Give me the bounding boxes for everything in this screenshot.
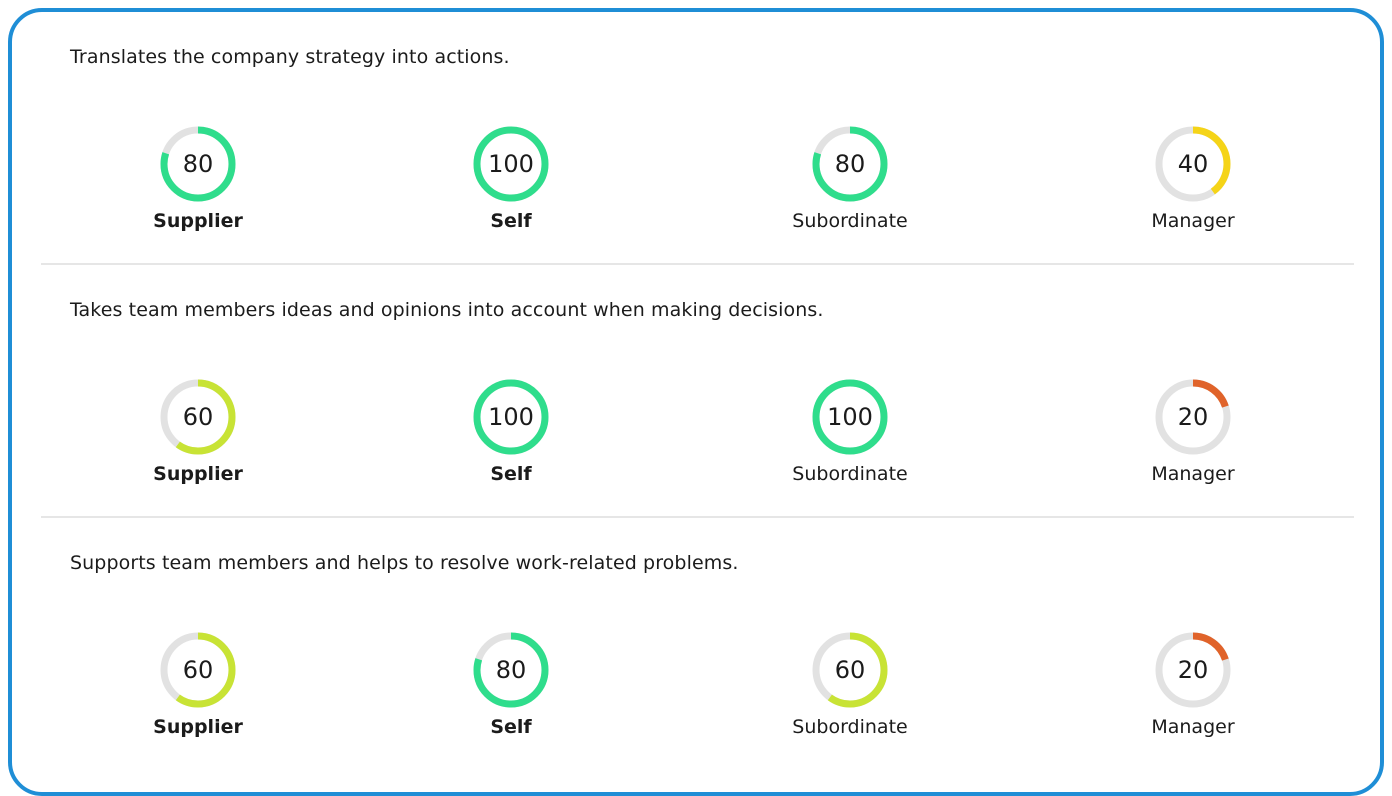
score-gauge: 60 [158, 630, 238, 710]
question-title: Takes team members ideas and opinions in… [70, 299, 824, 321]
rater-label: Manager [1151, 716, 1235, 738]
rater-label: Self [490, 463, 532, 485]
rating-manager: 20 Manager [1093, 377, 1293, 487]
score-gauge: 100 [810, 377, 890, 457]
score-value: 60 [182, 656, 214, 684]
question-title: Translates the company strategy into act… [70, 46, 510, 68]
score-value: 80 [834, 150, 866, 178]
score-value: 40 [1177, 150, 1209, 178]
rating-supplier: 60 Supplier [98, 377, 298, 487]
rating-subordinate: 80 Subordinate [750, 124, 950, 234]
rater-label: Self [490, 716, 532, 738]
rating-supplier: 60 Supplier [98, 630, 298, 740]
score-value: 80 [182, 150, 214, 178]
rater-label: Subordinate [792, 463, 908, 485]
rating-subordinate: 100 Subordinate [750, 377, 950, 487]
rating-subordinate: 60 Subordinate [750, 630, 950, 740]
score-gauge: 80 [471, 630, 551, 710]
score-gauge: 20 [1153, 630, 1233, 710]
rater-label: Subordinate [792, 210, 908, 232]
score-value: 100 [488, 150, 534, 178]
rating-section: Supports team members and helps to resol… [12, 518, 1380, 771]
rating-supplier: 80 Supplier [98, 124, 298, 234]
rating-section: Takes team members ideas and opinions in… [12, 265, 1380, 518]
score-gauge: 100 [471, 124, 551, 204]
rating-self: 100 Self [411, 377, 611, 487]
score-gauge: 80 [158, 124, 238, 204]
rater-label: Manager [1151, 463, 1235, 485]
rater-label: Supplier [153, 463, 243, 485]
question-title: Supports team members and helps to resol… [70, 552, 739, 574]
score-value: 20 [1177, 403, 1209, 431]
rating-self: 100 Self [411, 124, 611, 234]
score-value: 60 [182, 403, 214, 431]
rating-manager: 40 Manager [1093, 124, 1293, 234]
rating-manager: 20 Manager [1093, 630, 1293, 740]
score-value: 60 [834, 656, 866, 684]
score-gauge: 20 [1153, 377, 1233, 457]
score-value: 20 [1177, 656, 1209, 684]
score-gauge: 60 [158, 377, 238, 457]
score-value: 100 [488, 403, 534, 431]
rater-label: Manager [1151, 210, 1235, 232]
score-gauge: 40 [1153, 124, 1233, 204]
rater-label: Subordinate [792, 716, 908, 738]
rating-self: 80 Self [411, 630, 611, 740]
score-value: 80 [495, 656, 527, 684]
score-value: 100 [827, 403, 873, 431]
score-gauge: 60 [810, 630, 890, 710]
rater-label: Self [490, 210, 532, 232]
rating-section: Translates the company strategy into act… [12, 12, 1380, 265]
rater-label: Supplier [153, 716, 243, 738]
score-gauge: 100 [471, 377, 551, 457]
score-gauge: 80 [810, 124, 890, 204]
rater-label: Supplier [153, 210, 243, 232]
